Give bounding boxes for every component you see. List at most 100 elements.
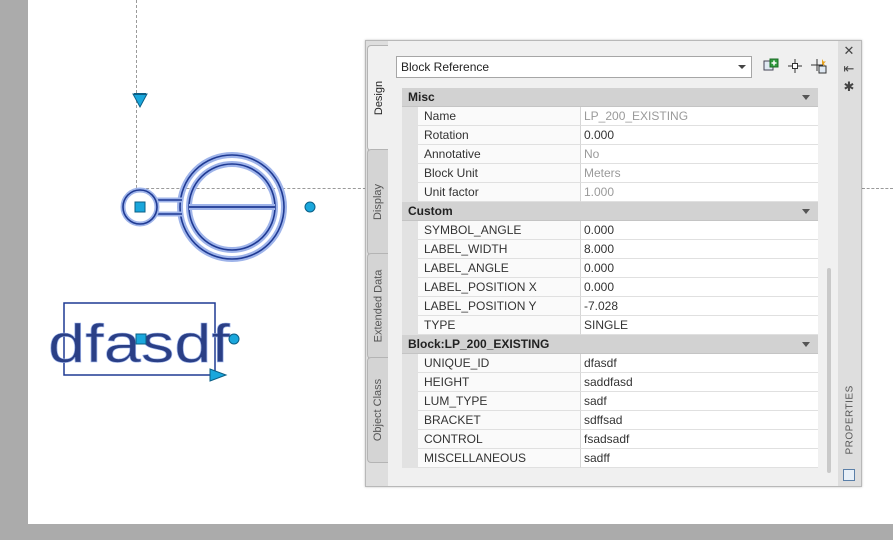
property-row[interactable]: UNIQUE_ID dfasdf xyxy=(402,354,818,373)
property-row[interactable]: TYPE SINGLE xyxy=(402,316,818,335)
row-gutter xyxy=(402,411,418,430)
section-header[interactable]: Misc xyxy=(402,88,818,107)
property-value[interactable]: saddfasd xyxy=(581,373,818,392)
property-row[interactable]: BRACKET sdffsad xyxy=(402,411,818,430)
property-name: LABEL_POSITION X xyxy=(418,278,581,297)
block-reference-drawing[interactable]: dfasdf xyxy=(0,0,380,400)
tab-object-class[interactable]: Object Class xyxy=(367,357,388,463)
row-gutter xyxy=(402,107,418,126)
scrollbar-thumb[interactable] xyxy=(827,268,831,473)
row-gutter xyxy=(402,259,418,278)
row-gutter xyxy=(402,164,418,183)
section-title: Misc xyxy=(408,90,435,104)
property-value[interactable]: fsadsadf xyxy=(581,430,818,449)
object-type-dropdown[interactable]: Block Reference xyxy=(396,56,752,78)
property-name: LABEL_POSITION Y xyxy=(418,297,581,316)
property-name: BRACKET xyxy=(418,411,581,430)
stretch-grip-icon[interactable] xyxy=(304,201,316,213)
row-gutter xyxy=(402,316,418,335)
property-row[interactable]: SYMBOL_ANGLE 0.000 xyxy=(402,221,818,240)
text-grip-icon[interactable] xyxy=(135,333,147,345)
tab-object-class-label: Object Class xyxy=(372,378,385,442)
property-value: No xyxy=(581,145,818,164)
tab-display[interactable]: Display xyxy=(367,149,388,255)
row-gutter xyxy=(402,392,418,411)
property-name: UNIQUE_ID xyxy=(418,354,581,373)
row-gutter xyxy=(402,297,418,316)
property-name: Annotative xyxy=(418,145,581,164)
section-header[interactable]: Custom xyxy=(402,202,818,221)
properties-palette[interactable]: Design Display Extended Data Object Clas… xyxy=(365,40,862,487)
property-value[interactable]: 8.000 xyxy=(581,240,818,259)
property-row[interactable]: Annotative No xyxy=(402,145,818,164)
property-value[interactable]: dfasdf xyxy=(581,354,818,373)
row-gutter xyxy=(402,183,418,202)
tab-extended-data[interactable]: Extended Data xyxy=(367,253,388,359)
property-row[interactable]: LABEL_WIDTH 8.000 xyxy=(402,240,818,259)
luminaire-symbol[interactable] xyxy=(120,152,287,262)
property-value[interactable]: sadff xyxy=(581,449,818,468)
property-name: TYPE xyxy=(418,316,581,335)
palette-titlebar[interactable]: ✕ ⇤ ✱ PROPERTIES xyxy=(838,41,861,486)
row-gutter xyxy=(402,145,418,164)
property-value[interactable]: SINGLE xyxy=(581,316,818,335)
section-title: Block:LP_200_EXISTING xyxy=(408,337,550,351)
property-row[interactable]: LABEL_ANGLE 0.000 xyxy=(402,259,818,278)
object-type-value: Block Reference xyxy=(401,60,490,74)
property-value[interactable]: 0.000 xyxy=(581,126,818,145)
property-row[interactable]: Block Unit Meters xyxy=(402,164,818,183)
property-value[interactable]: sadf xyxy=(581,392,818,411)
row-gutter xyxy=(402,221,418,240)
tab-design[interactable]: Design xyxy=(367,45,390,151)
property-name: HEIGHT xyxy=(418,373,581,392)
property-row[interactable]: HEIGHT saddfasd xyxy=(402,373,818,392)
quick-select-icon[interactable] xyxy=(810,58,828,76)
autohide-icon[interactable]: ⇤ xyxy=(842,62,856,76)
property-row[interactable]: LABEL_POSITION Y -7.028 xyxy=(402,297,818,316)
section-header[interactable]: Block:LP_200_EXISTING xyxy=(402,335,818,354)
row-gutter xyxy=(402,126,418,145)
scrollbar[interactable] xyxy=(824,88,834,478)
chevron-down-icon[interactable] xyxy=(738,65,746,69)
palette-tabs: Design Display Extended Data Object Clas… xyxy=(366,41,390,486)
row-gutter xyxy=(402,240,418,259)
property-value[interactable]: 0.000 xyxy=(581,221,818,240)
select-objects-icon[interactable] xyxy=(786,58,804,76)
insertion-grip-icon[interactable] xyxy=(134,201,146,213)
palette-content: Block Reference Misc Name LP_200_EXISTING R… xyxy=(388,41,838,486)
toggle-pickadd-icon[interactable] xyxy=(843,469,855,481)
property-value: 1.000 xyxy=(581,183,818,202)
property-name: Unit factor xyxy=(418,183,581,202)
property-value[interactable]: -7.028 xyxy=(581,297,818,316)
chevron-down-icon[interactable] xyxy=(802,95,810,100)
tab-extended-data-label: Extended Data xyxy=(372,269,384,343)
property-name: LABEL_WIDTH xyxy=(418,240,581,259)
property-name: LUM_TYPE xyxy=(418,392,581,411)
property-grid: Misc Name LP_200_EXISTING Rotation 0.000 Anno… xyxy=(402,88,818,468)
property-row[interactable]: LUM_TYPE sadf xyxy=(402,392,818,411)
gear-icon[interactable]: ✱ xyxy=(842,80,856,94)
property-name: CONTROL xyxy=(418,430,581,449)
property-value[interactable]: sdffsad xyxy=(581,411,818,430)
close-icon[interactable]: ✕ xyxy=(842,44,856,58)
add-to-selection-icon[interactable] xyxy=(762,58,780,76)
property-row[interactable]: MISCELLANEOUS sadff xyxy=(402,449,818,468)
row-gutter xyxy=(402,373,418,392)
property-row[interactable]: LABEL_POSITION X 0.000 xyxy=(402,278,818,297)
property-value[interactable]: 0.000 xyxy=(581,278,818,297)
property-row[interactable]: Name LP_200_EXISTING xyxy=(402,107,818,126)
direction-grip-icon[interactable] xyxy=(132,93,148,109)
property-name: Name xyxy=(418,107,581,126)
tab-design-label: Design xyxy=(373,80,385,116)
property-value: LP_200_EXISTING xyxy=(581,107,818,126)
section-title: Custom xyxy=(408,204,453,218)
property-row[interactable]: Unit factor 1.000 xyxy=(402,183,818,202)
row-gutter xyxy=(402,449,418,468)
chevron-down-icon[interactable] xyxy=(802,209,810,214)
property-row[interactable]: Rotation 0.000 xyxy=(402,126,818,145)
text-width-grip-icon[interactable] xyxy=(228,333,240,345)
property-name: SYMBOL_ANGLE xyxy=(418,221,581,240)
property-value[interactable]: 0.000 xyxy=(581,259,818,278)
chevron-down-icon[interactable] xyxy=(802,342,810,347)
property-row[interactable]: CONTROL fsadsadf xyxy=(402,430,818,449)
